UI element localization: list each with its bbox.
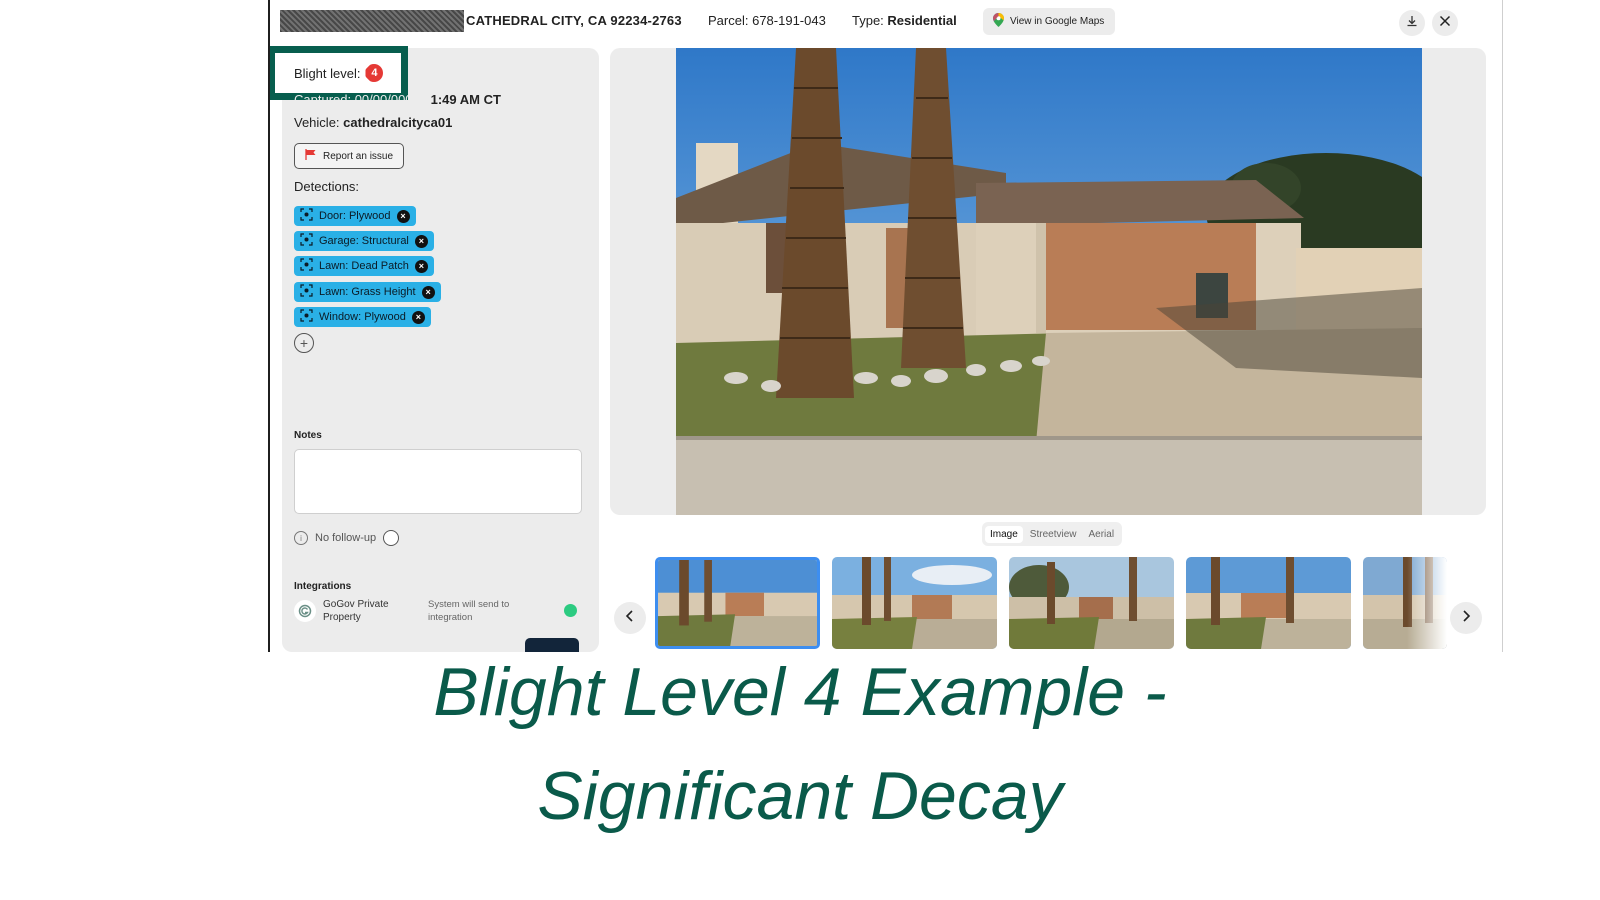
type-info: Type: Residential xyxy=(852,13,957,28)
header-bar: CATHEDRAL CITY, CA 92234-2763 Parcel: 67… xyxy=(270,0,1502,44)
close-button[interactable] xyxy=(1432,10,1458,36)
previous-image-button[interactable] xyxy=(614,602,646,634)
detection-target-icon xyxy=(300,284,313,300)
tab-aerial[interactable]: Aerial xyxy=(1083,526,1119,543)
detection-label: Garage: Structural xyxy=(319,235,409,247)
integration-name: GoGov Private Property xyxy=(323,599,389,623)
property-photo[interactable] xyxy=(676,48,1422,515)
blight-level-label: Blight level: xyxy=(294,65,361,81)
thumbnail-5[interactable] xyxy=(1363,557,1447,649)
report-issue-label: Report an issue xyxy=(323,150,394,162)
maps-button-label: View in Google Maps xyxy=(1010,16,1105,27)
capture-time: Captured: 00/00/0000 01:49 AM CT xyxy=(294,92,501,107)
integration-description: System will send to integration xyxy=(428,599,510,623)
blight-level-badge: 4 xyxy=(365,64,384,82)
integration-status-indicator xyxy=(564,604,577,617)
type-value: Residential xyxy=(887,13,957,28)
next-image-button[interactable] xyxy=(1450,602,1482,634)
detection-chip[interactable]: Lawn: Grass Height × xyxy=(294,282,441,302)
report-issue-button[interactable]: Report an issue xyxy=(294,143,405,169)
capture-time-value: 1:49 AM CT xyxy=(430,92,501,107)
main-image-card xyxy=(610,48,1486,515)
add-detection-button[interactable]: + xyxy=(294,333,314,353)
detection-chip[interactable]: Door: Plywood × xyxy=(294,206,416,226)
thumbnail-1[interactable] xyxy=(655,557,820,649)
flag-icon xyxy=(305,149,317,163)
address-text: CATHEDRAL CITY, CA 92234-2763 xyxy=(466,13,682,28)
vehicle-value: cathedralcityca01 xyxy=(343,115,453,130)
vehicle-label: Vehicle: xyxy=(294,115,340,130)
thumbnail-3[interactable] xyxy=(1009,557,1174,649)
chevron-right-icon xyxy=(1461,609,1471,627)
remove-detection-icon[interactable]: × xyxy=(396,209,410,223)
thumbnail-2[interactable] xyxy=(832,557,997,649)
detection-target-icon xyxy=(300,208,313,224)
caption-line-1: Blight Level 4 Example - xyxy=(433,654,1167,730)
map-pin-icon xyxy=(993,13,1004,30)
detection-chip[interactable]: Lawn: Dead Patch × xyxy=(294,256,434,276)
detection-target-icon xyxy=(300,309,313,325)
info-icon: i xyxy=(294,531,308,545)
detection-label: Lawn: Dead Patch xyxy=(319,260,409,272)
redacted-street-address xyxy=(280,10,464,32)
notes-label: Notes xyxy=(294,430,322,441)
parcel-value: 678-191-043 xyxy=(752,13,826,28)
gogov-logo-icon xyxy=(294,600,316,622)
chevron-left-icon xyxy=(625,609,635,627)
caption-line-2: Significant Decay xyxy=(537,758,1063,834)
remove-detection-icon[interactable]: × xyxy=(411,310,425,324)
followup-checkbox[interactable] xyxy=(383,530,400,546)
tab-streetview[interactable]: Streetview xyxy=(1025,526,1082,543)
plus-icon: + xyxy=(299,335,309,351)
parcel-label: Parcel: xyxy=(708,13,749,28)
vehicle-row: Vehicle: cathedralcityca01 xyxy=(294,115,452,130)
detection-label: Door: Plywood xyxy=(319,210,391,222)
remove-detection-icon[interactable]: × xyxy=(414,234,428,248)
close-icon xyxy=(1439,14,1451,32)
detection-label: Window: Plywood xyxy=(319,311,406,323)
property-viewer-window: CATHEDRAL CITY, CA 92234-2763 Parcel: 67… xyxy=(268,0,1503,652)
view-mode-tabs: Image Streetview Aerial xyxy=(982,522,1123,546)
remove-detection-icon[interactable]: × xyxy=(414,259,428,273)
detection-target-icon xyxy=(300,233,313,249)
detection-chip[interactable]: Window: Plywood × xyxy=(294,307,431,327)
integrations-label: Integrations xyxy=(294,581,352,592)
detection-label: Lawn: Grass Height xyxy=(319,286,416,298)
download-icon xyxy=(1406,14,1418,32)
thumbnail-4[interactable] xyxy=(1186,557,1351,649)
followup-label: No follow-up xyxy=(315,532,377,544)
submit-button[interactable] xyxy=(525,638,579,652)
detections-label: Detections: xyxy=(294,179,360,194)
tab-image[interactable]: Image xyxy=(985,525,1023,543)
parcel-info: Parcel: 678-191-043 xyxy=(708,13,826,28)
view-in-google-maps-button[interactable]: View in Google Maps xyxy=(983,8,1116,35)
type-label: Type: xyxy=(852,13,884,28)
details-panel: Blight level: 4 Captured: 00/00/0000 01:… xyxy=(270,46,599,652)
detection-target-icon xyxy=(300,258,313,274)
detection-chip[interactable]: Garage: Structural × xyxy=(294,231,434,251)
notes-textarea[interactable] xyxy=(294,449,582,514)
download-button[interactable] xyxy=(1399,10,1425,36)
followup-row: i No follow-up xyxy=(294,530,400,546)
remove-detection-icon[interactable]: × xyxy=(421,285,435,299)
